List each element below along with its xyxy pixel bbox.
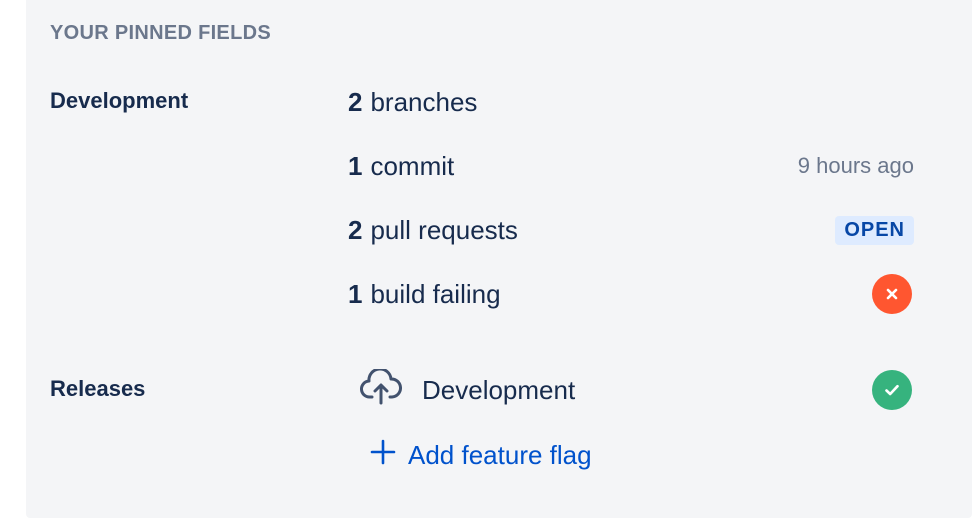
add-feature-flag-button[interactable]: Add feature flag: [370, 435, 592, 475]
build-text: build failing: [370, 278, 501, 309]
pull-requests-row[interactable]: 2 pull requests OPEN: [348, 210, 914, 250]
branches-row[interactable]: 2 branches: [348, 82, 914, 122]
pinned-fields-panel: YOUR PINNED FIELDS Development 2 branche…: [26, 0, 972, 518]
plus-icon: [370, 439, 396, 472]
commit-text: commit: [370, 150, 455, 181]
commit-count: 1: [348, 150, 363, 181]
build-row[interactable]: 1 build failing: [348, 274, 914, 314]
build-count: 1: [348, 278, 363, 309]
pull-requests-count: 2: [348, 214, 363, 245]
release-success-icon: [872, 370, 912, 410]
cloud-upload-icon: [360, 366, 402, 412]
open-status-lozenge: OPEN: [835, 215, 914, 245]
commit-row[interactable]: 1 commit 9 hours ago: [348, 146, 914, 186]
release-row[interactable]: Development: [360, 366, 914, 412]
commit-timestamp: 9 hours ago: [797, 153, 914, 178]
section-title: YOUR PINNED FIELDS: [50, 22, 271, 44]
development-label: Development: [50, 88, 189, 113]
releases-label: Releases: [50, 376, 146, 401]
pull-requests-text: pull requests: [370, 214, 518, 245]
release-name: Development: [422, 374, 576, 405]
branches-count: 2: [348, 86, 363, 117]
build-failed-icon: [872, 274, 912, 314]
branches-text: branches: [370, 86, 478, 117]
add-feature-flag-label: Add feature flag: [408, 439, 592, 470]
